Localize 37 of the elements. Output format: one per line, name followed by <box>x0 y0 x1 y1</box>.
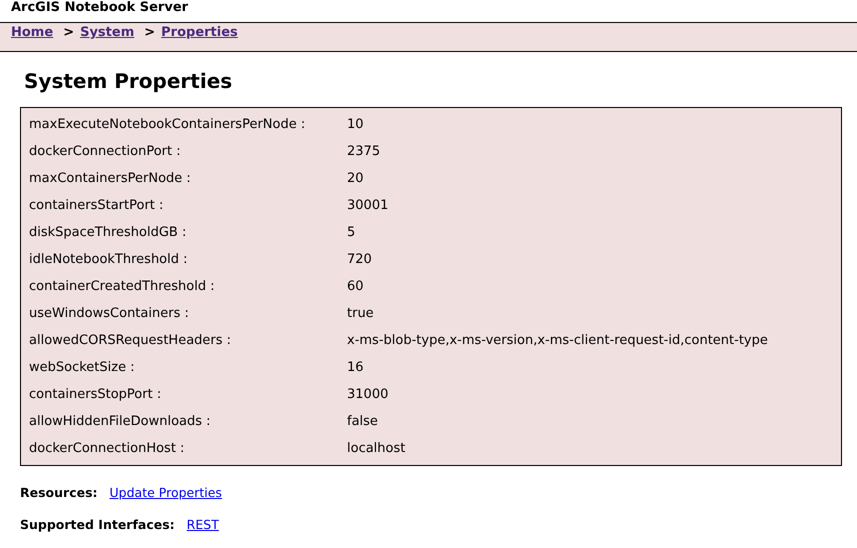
property-name: dockerConnectionHost : <box>29 441 186 456</box>
property-name: useWindowsContainers : <box>29 306 190 321</box>
property-value: false <box>347 414 378 429</box>
property-name: idleNotebookThreshold : <box>29 252 189 267</box>
property-value: 2375 <box>347 144 380 159</box>
interface-link[interactable]: REST <box>186 516 219 532</box>
property-value: 16 <box>347 360 364 375</box>
breadcrumb-link[interactable]: Home <box>11 25 54 40</box>
property-value: 5 <box>347 225 356 240</box>
property-value: 20 <box>347 171 364 186</box>
breadcrumb-link[interactable]: Properties <box>161 25 238 40</box>
property-value: 10 <box>347 117 364 132</box>
breadcrumb-link[interactable]: System <box>80 25 134 40</box>
property-name: containersStartPort : <box>29 198 164 213</box>
property-value: 720 <box>347 252 372 267</box>
property-name: diskSpaceThresholdGB : <box>29 225 188 240</box>
property-value: 30001 <box>347 198 388 213</box>
property-value: localhost <box>347 441 406 456</box>
supported-interfaces-label: Supported Interfaces: <box>20 516 175 532</box>
property-name: containersStopPort : <box>29 387 162 402</box>
property-value: x-ms-blob-type,x-ms-version,x-ms-client-request-id,content-type <box>347 333 768 348</box>
breadcrumb-separator: > <box>63 25 74 40</box>
property-value: 31000 <box>347 387 388 402</box>
property-name: maxContainersPerNode : <box>29 171 192 186</box>
breadcrumb-separator: > <box>144 25 156 40</box>
property-value: true <box>347 306 374 321</box>
property-name: allowedCORSRequestHeaders : <box>29 333 232 348</box>
property-name: dockerConnectionPort : <box>29 144 182 159</box>
property-name: allowHiddenFileDownloads : <box>29 414 212 429</box>
property-name: containerCreatedThreshold : <box>29 279 216 294</box>
property-value: 60 <box>347 279 364 294</box>
page-heading: System Properties <box>24 69 234 95</box>
update-properties-link[interactable]: Update Properties <box>110 484 222 500</box>
property-name: webSocketSize : <box>29 360 136 375</box>
property-name: maxExecuteNotebookContainersPerNode : <box>29 117 306 132</box>
server-title: ArcGIS Notebook Server <box>10 0 190 17</box>
resources-label: Resources: <box>20 484 98 500</box>
